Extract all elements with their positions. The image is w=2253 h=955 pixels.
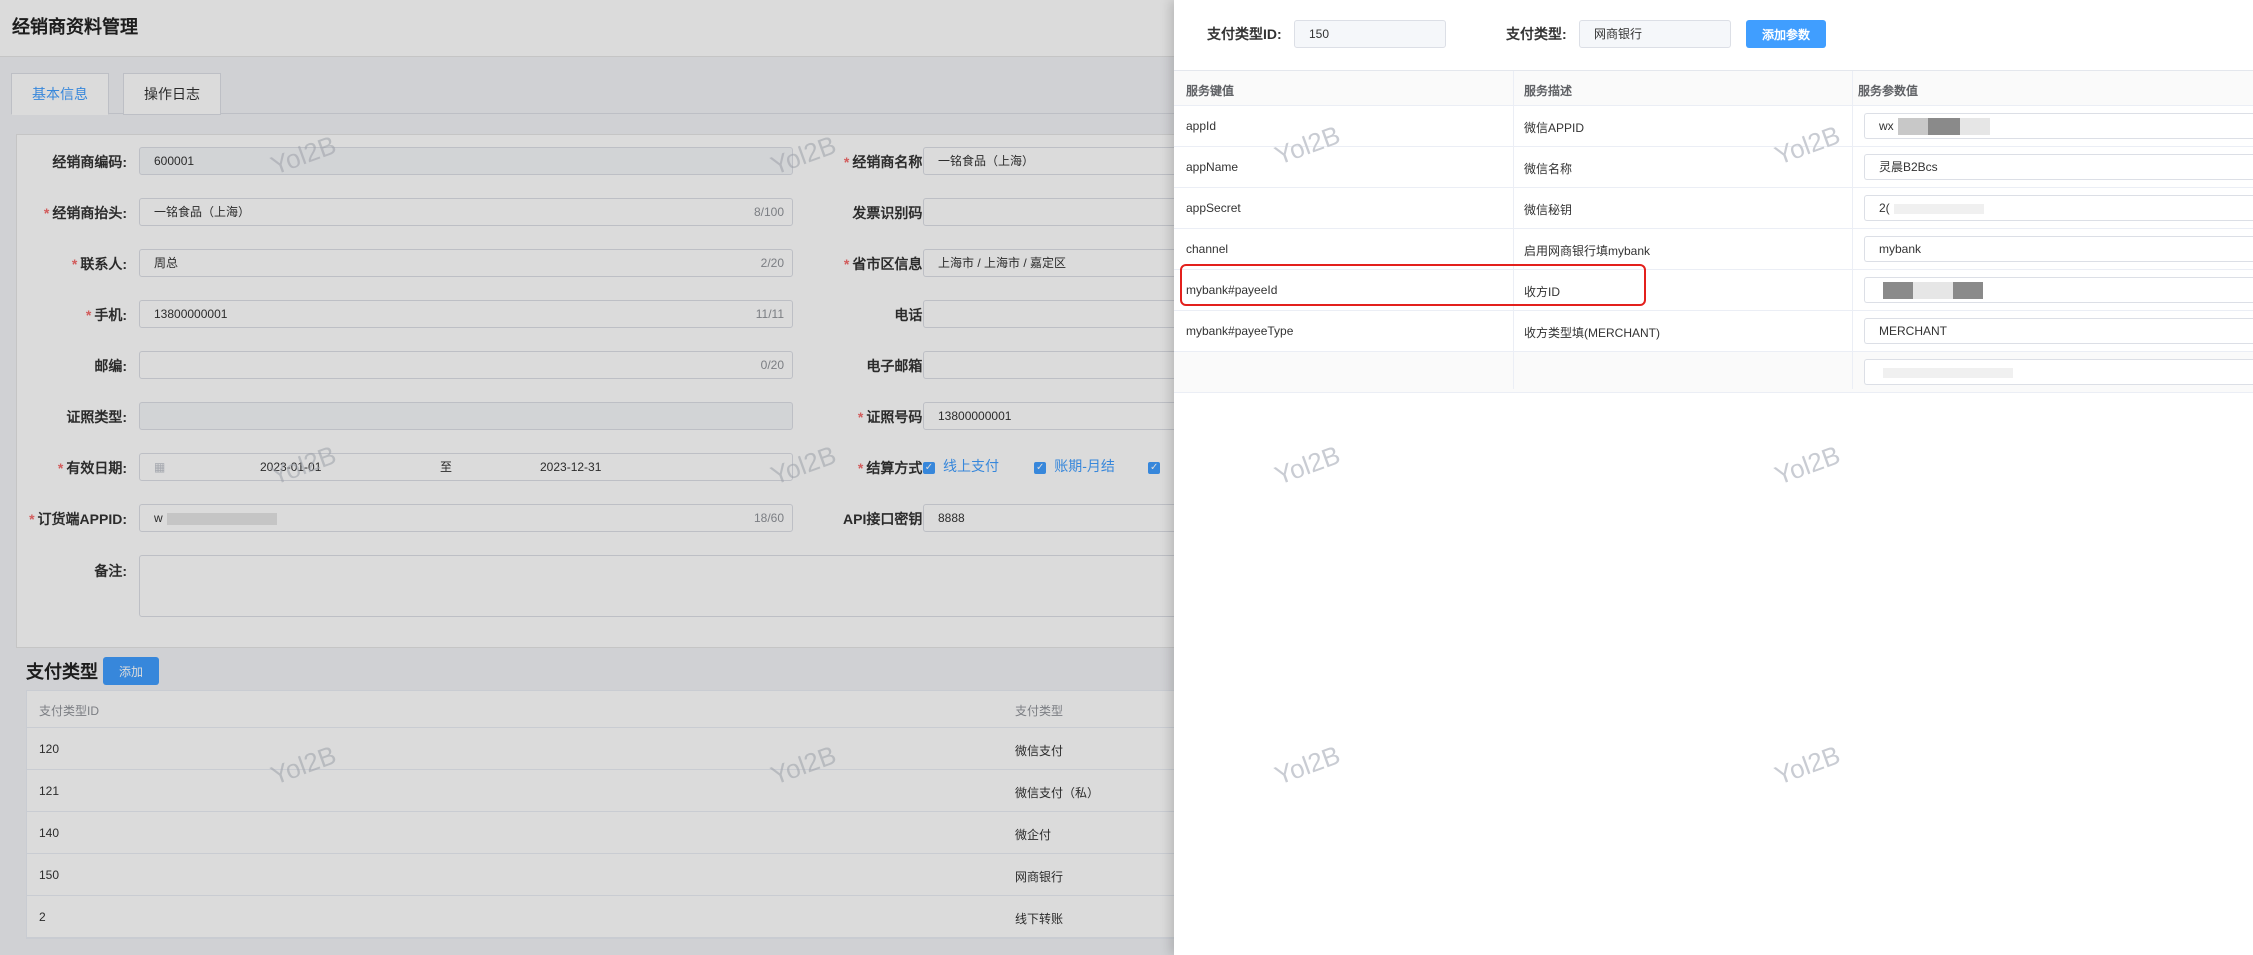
param-value-input[interactable]: [1864, 277, 2253, 303]
type-id-input[interactable]: 150: [1294, 20, 1446, 48]
param-value-input[interactable]: 灵晨B2Bcs: [1864, 154, 2253, 180]
table-row: appName 微信名称 灵晨B2Bcs: [1174, 147, 2253, 188]
table-header: 服务键值 服务描述 服务参数值: [1174, 71, 2253, 106]
add-param-button[interactable]: 添加参数: [1746, 20, 1826, 48]
param-key: mybank#payeeId: [1186, 283, 1278, 297]
param-value-input[interactable]: wx: [1864, 113, 2253, 139]
col-header-desc: 服务描述: [1524, 84, 1573, 98]
col-header-value: 服务参数值: [1858, 84, 1919, 98]
masked-value: [1913, 282, 1953, 300]
table-row: channel 启用网商银行填mybank mybank: [1174, 229, 2253, 270]
param-desc: 收方ID: [1524, 285, 1561, 299]
masked-value: [1953, 282, 1983, 300]
service-params-drawer: 支付类型ID: 150 支付类型: 网商银行 添加参数 服务键值 服务描述 服务…: [1174, 0, 2253, 955]
param-desc: 微信APPID: [1524, 121, 1585, 135]
drawer-header: 支付类型ID: 150 支付类型: 网商银行 添加参数: [1174, 0, 2253, 71]
column-divider: [1852, 71, 1853, 389]
watermark: Yol2B: [1270, 439, 1344, 491]
type-input[interactable]: 网商银行: [1579, 20, 1731, 48]
param-desc: 微信秘钥: [1524, 203, 1573, 217]
table-row: mybank#payeeType 收方类型填(MERCHANT) MERCHAN…: [1174, 311, 2253, 352]
col-header-key: 服务键值: [1186, 84, 1235, 98]
masked-value: [1897, 118, 1928, 136]
param-key: channel: [1186, 242, 1229, 256]
type-label: 支付类型:: [1506, 26, 1567, 42]
param-value-input[interactable]: MERCHANT: [1864, 318, 2253, 344]
table-row: mybank#payeeId 收方ID: [1174, 270, 2253, 311]
type-id-label: 支付类型ID:: [1207, 26, 1282, 42]
masked-value: [1883, 367, 2013, 378]
table-row: appSecret 微信秘钥 2(: [1174, 188, 2253, 229]
param-key: appName: [1186, 160, 1239, 174]
param-value-input[interactable]: mybank: [1864, 236, 2253, 262]
masked-value: [1883, 282, 1913, 300]
modal-overlay[interactable]: [0, 0, 1174, 955]
param-key: appSecret: [1186, 201, 1241, 215]
table-row: [1174, 352, 2253, 393]
param-key: appId: [1186, 119, 1217, 133]
masked-value: [1959, 118, 1990, 136]
param-desc: 启用网商银行填mybank: [1524, 244, 1651, 258]
watermark: Yol2B: [1770, 439, 1844, 491]
param-desc: 收方类型填(MERCHANT): [1524, 326, 1660, 340]
masked-value: [1893, 203, 1984, 214]
watermark: Yol2B: [1770, 739, 1844, 791]
param-desc: 微信名称: [1524, 162, 1573, 176]
watermark: Yol2B: [1270, 739, 1344, 791]
service-params-table: 服务键值 服务描述 服务参数值 appId 微信APPID wx appName…: [1174, 71, 2253, 393]
column-divider: [1513, 71, 1514, 389]
param-value-input[interactable]: 2(: [1864, 195, 2253, 221]
masked-value: [1927, 118, 1960, 136]
param-value-input[interactable]: [1864, 359, 2253, 385]
param-key: mybank#payeeType: [1186, 324, 1294, 338]
